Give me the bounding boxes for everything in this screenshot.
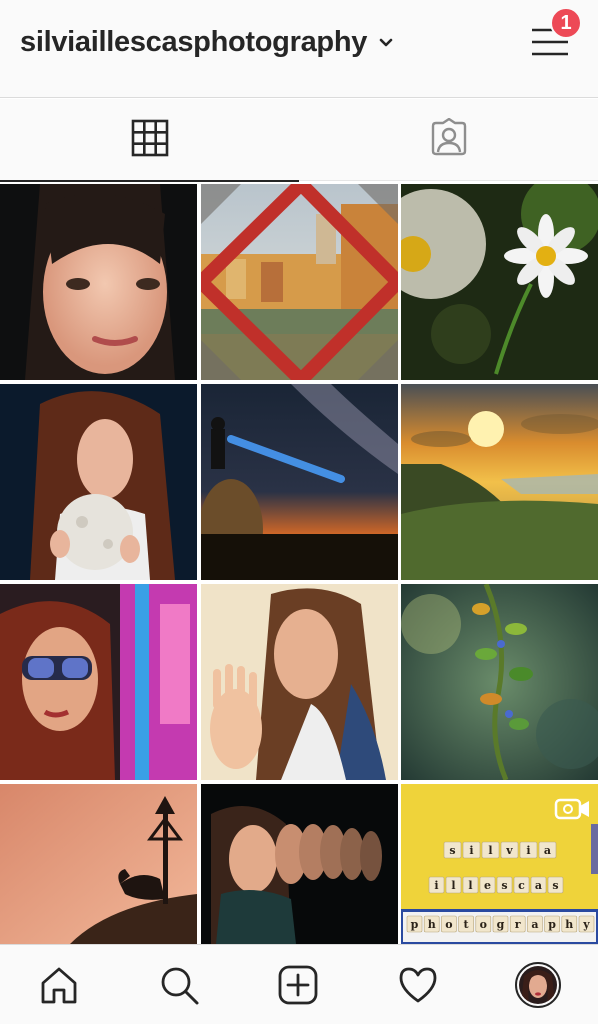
letter-tile-label: i	[469, 844, 473, 857]
letter-tile-label: h	[565, 918, 573, 931]
post-thumbnail[interactable]	[401, 184, 598, 380]
letter-tile-label: a	[535, 879, 542, 892]
letter-tile-label: l	[488, 844, 492, 857]
post-thumbnail[interactable]	[200, 184, 398, 380]
letter-tile-label: i	[526, 844, 530, 857]
letter-tile-label: c	[518, 879, 525, 892]
home-icon[interactable]	[37, 963, 81, 1007]
bottom-navigation	[0, 944, 598, 1024]
letter-tile-label: y	[582, 918, 590, 931]
letter-tile-label: a	[544, 844, 551, 857]
post-thumbnail[interactable]	[401, 584, 598, 780]
letter-tile-label: l	[468, 879, 472, 892]
letter-tile-label: l	[451, 879, 455, 892]
letter-tile-label: s	[501, 879, 507, 892]
profile-tabs	[0, 99, 598, 182]
letter-tile-label: g	[497, 918, 505, 931]
letter-tile-label: a	[531, 918, 538, 931]
post-thumbnail-video[interactable]: silvia illescas photography	[401, 784, 598, 944]
post-thumbnail[interactable]	[200, 584, 398, 780]
post-thumbnail[interactable]	[0, 584, 197, 780]
post-thumbnail[interactable]	[0, 184, 197, 380]
tab-tagged[interactable]	[299, 99, 598, 181]
post-thumbnail[interactable]	[401, 384, 598, 580]
profile-avatar-ring	[515, 962, 561, 1008]
tagged-person-icon	[429, 117, 469, 163]
letter-tile-label: s	[449, 844, 455, 857]
tab-grid[interactable]	[0, 99, 299, 182]
letter-tile-label: i	[434, 879, 438, 892]
letter-tile-label: o	[480, 918, 487, 931]
profile-avatar[interactable]	[514, 961, 562, 1009]
post-thumbnail[interactable]	[200, 784, 398, 944]
heart-icon[interactable]	[396, 963, 440, 1007]
letter-tile-label: p	[411, 918, 419, 931]
username: silviaillescasphotography	[20, 25, 368, 58]
active-tab-indicator	[0, 180, 299, 182]
letter-tile-label: p	[548, 918, 556, 931]
letter-tile-label: o	[445, 918, 452, 931]
post-thumbnail[interactable]	[0, 784, 197, 944]
chevron-down-icon[interactable]	[379, 35, 393, 53]
letter-tile-label: v	[505, 844, 513, 857]
grid-icon	[130, 118, 170, 163]
letter-tile-label: t	[464, 918, 470, 931]
post-thumbnail[interactable]	[0, 384, 197, 580]
post-thumbnail[interactable]	[200, 384, 398, 580]
posts-grid: silvia illescas photography	[0, 184, 598, 944]
search-icon[interactable]	[157, 963, 201, 1007]
letter-tile-label: r	[515, 918, 521, 931]
account-switcher[interactable]: silviaillescasphotography	[20, 22, 393, 62]
letter-tile-label: e	[484, 879, 491, 892]
letter-tile-label: s	[552, 879, 558, 892]
add-post-icon[interactable]	[276, 963, 320, 1007]
notification-badge[interactable]: 1	[550, 7, 582, 39]
letter-tile-label: h	[428, 918, 436, 931]
app-header: silviaillescasphotography 1	[0, 0, 598, 98]
